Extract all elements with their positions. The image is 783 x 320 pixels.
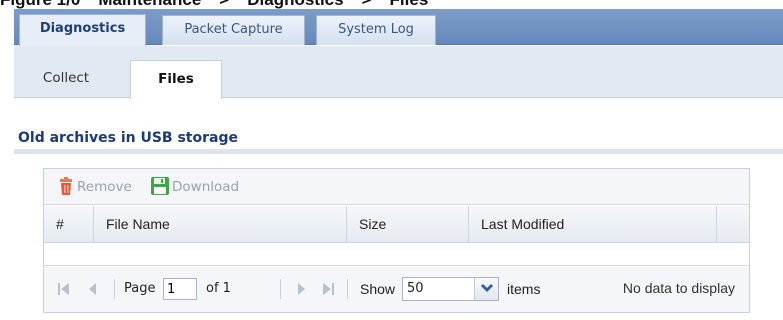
column-header-spacer bbox=[717, 206, 749, 242]
subtab-collect[interactable]: Collect bbox=[26, 60, 106, 98]
table-body bbox=[44, 244, 749, 266]
section-title: Old archives in USB storage bbox=[18, 130, 238, 146]
sub-tab-bar: Collect Files bbox=[14, 46, 783, 99]
items-label: items bbox=[507, 281, 541, 297]
download-label: Download bbox=[172, 179, 240, 195]
archives-grid: Remove Download # File Name Size Last Mo… bbox=[43, 168, 750, 313]
subtab-files[interactable]: Files bbox=[130, 60, 222, 99]
first-page-icon[interactable] bbox=[58, 282, 70, 296]
pager-separator bbox=[114, 279, 115, 299]
pagination-bar: Page of 1 Show 50 items No data to displ… bbox=[44, 267, 749, 312]
main-tab-bar: Diagnostics Packet Capture System Log bbox=[14, 9, 783, 46]
caption-page: Files bbox=[390, 0, 429, 9]
column-header-number[interactable]: # bbox=[44, 206, 94, 242]
show-label: Show bbox=[360, 281, 396, 297]
page-total-label: of 1 bbox=[206, 281, 231, 296]
figure-caption: Figure 1/0Maintenance>Diagnostics>Files bbox=[0, 0, 783, 9]
section-divider bbox=[14, 149, 783, 154]
column-header-last-modified[interactable]: Last Modified bbox=[469, 206, 717, 242]
tab-packet-capture[interactable]: Packet Capture bbox=[162, 15, 305, 45]
tab-system-log[interactable]: System Log bbox=[316, 15, 436, 45]
remove-label: Remove bbox=[77, 179, 132, 195]
page-number-input[interactable] bbox=[163, 278, 197, 300]
grid-toolbar: Remove Download bbox=[44, 169, 749, 205]
empty-status: No data to display bbox=[622, 280, 735, 296]
pager-separator bbox=[280, 279, 281, 299]
chevron-down-icon[interactable] bbox=[474, 278, 498, 300]
page-size-value: 50 bbox=[407, 281, 424, 296]
next-page-icon[interactable] bbox=[297, 282, 306, 296]
trash-icon bbox=[60, 177, 72, 195]
tab-diagnostics[interactable]: Diagnostics bbox=[19, 14, 146, 46]
caption-figure: Figure 1/0 bbox=[0, 0, 80, 9]
remove-button[interactable]: Remove bbox=[58, 177, 132, 197]
table-header: # File Name Size Last Modified bbox=[44, 206, 749, 243]
download-button[interactable]: Download bbox=[151, 177, 239, 197]
page-size-select[interactable]: 50 bbox=[402, 277, 499, 301]
pager-separator bbox=[347, 279, 348, 299]
column-header-size[interactable]: Size bbox=[347, 206, 469, 242]
page-label: Page bbox=[124, 281, 156, 296]
caption-crumb: Diagnostics bbox=[247, 0, 343, 9]
last-page-icon[interactable] bbox=[322, 282, 334, 296]
column-header-file-name[interactable]: File Name bbox=[94, 206, 347, 242]
floppy-disk-icon bbox=[151, 177, 169, 195]
prev-page-icon[interactable] bbox=[88, 282, 97, 296]
caption-title: Maintenance bbox=[98, 0, 201, 9]
